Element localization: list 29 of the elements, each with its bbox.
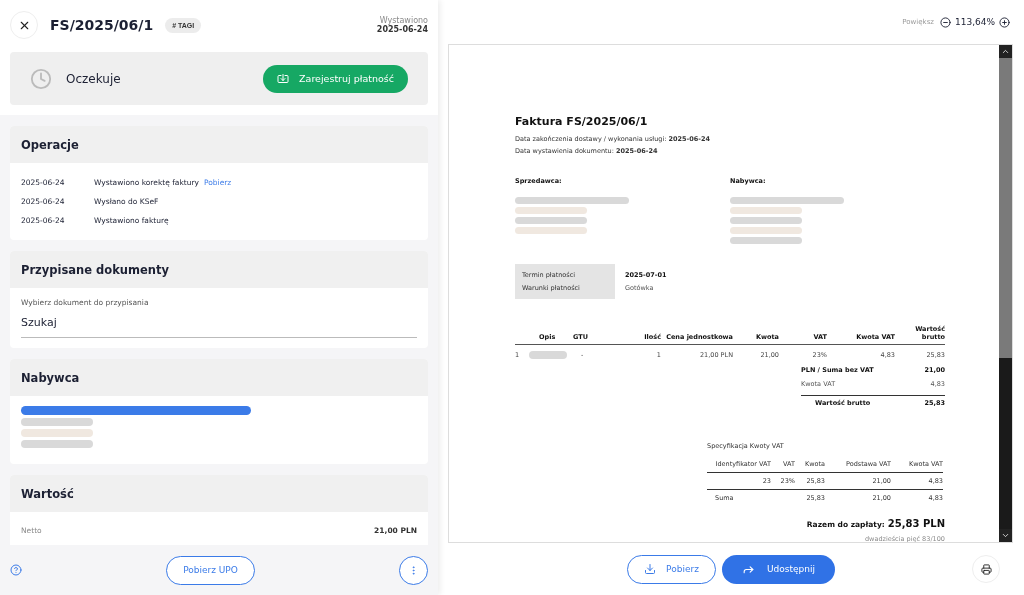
scrollbar[interactable]: [999, 45, 1012, 542]
card-title: Operacje: [10, 126, 428, 163]
close-button[interactable]: [10, 11, 38, 39]
document-title: Faktura FS/2025/06/1: [515, 115, 649, 128]
download-upo-button[interactable]: Pobierz UPO: [166, 555, 255, 585]
issued-date: 2025-06-24: [376, 25, 428, 34]
chevron-down-icon: [1001, 531, 1010, 540]
issued-label: Wystawiono: [379, 16, 428, 25]
card-title: Nabywca: [10, 359, 428, 396]
zoom-value: 113,64%: [954, 17, 995, 27]
register-payment-button[interactable]: Zarejestruj płatność: [263, 64, 408, 93]
status-label: Oczekuje: [66, 71, 121, 86]
clock-icon: [30, 67, 52, 90]
card-title: Wartość: [10, 475, 428, 512]
zoom-in-icon[interactable]: [999, 16, 1010, 28]
tray-arrow-icon: [277, 72, 290, 85]
redacted-text: [529, 351, 567, 359]
print-button[interactable]: [972, 555, 1000, 583]
more-options-button[interactable]: [399, 555, 428, 585]
zoom-out-icon[interactable]: [939, 16, 951, 28]
share-button[interactable]: Udostępnij: [721, 554, 835, 584]
chevron-up-icon: [1001, 47, 1010, 56]
invoice-number: FS/2025/06/1: [50, 17, 154, 33]
help-icon[interactable]: [10, 564, 22, 576]
printer-icon: [980, 563, 992, 575]
amount-due: 25,83 PLN: [887, 518, 945, 529]
download-icon: [644, 563, 657, 575]
card-title: Przypisane dokumenty: [10, 251, 428, 288]
download-button[interactable]: Pobierz: [627, 554, 716, 584]
